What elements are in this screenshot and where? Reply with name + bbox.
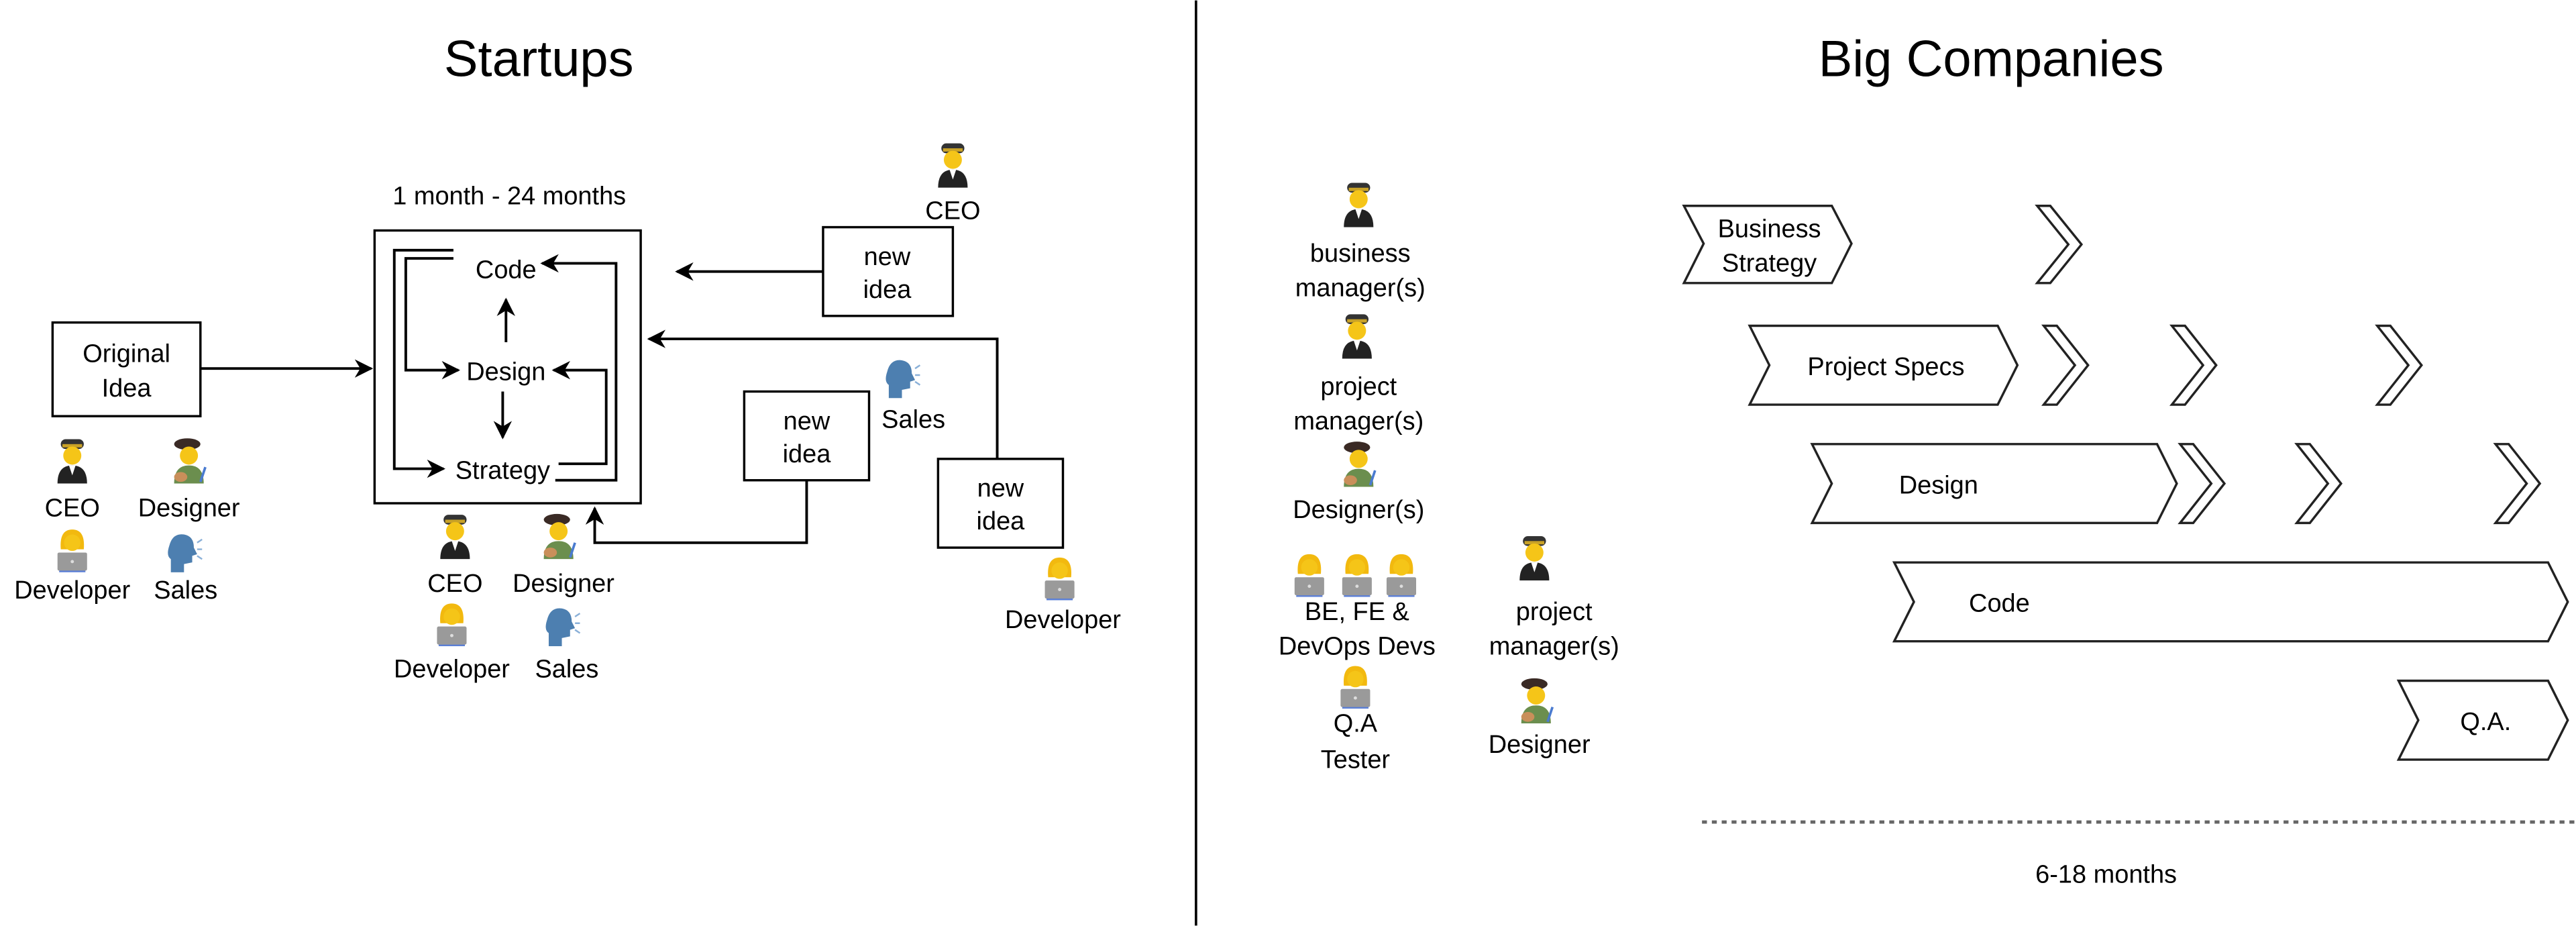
qa-technologist-icon bbox=[1340, 666, 1371, 709]
svg-text:Idea: Idea bbox=[102, 374, 152, 403]
team-bottom: CEO Designer Developer Sales bbox=[394, 513, 614, 684]
svg-text:project: project bbox=[1320, 372, 1397, 401]
svg-text:Designer(s): Designer(s) bbox=[1293, 496, 1424, 524]
phase-project-specs: Project Specs bbox=[1748, 324, 2019, 406]
ceo-pilot-icon bbox=[440, 515, 470, 560]
designer-artist-icon bbox=[1519, 677, 1554, 724]
sales-speaking-head-icon bbox=[167, 533, 203, 574]
svg-text:Design: Design bbox=[1899, 471, 1978, 499]
ceo-pilot-icon bbox=[57, 439, 87, 484]
project-manager-pilot-icon bbox=[1342, 314, 1372, 359]
team-label: Designer bbox=[513, 570, 614, 598]
svg-text:manager(s): manager(s) bbox=[1293, 407, 1424, 435]
designer-artist-icon bbox=[542, 513, 576, 560]
iteration-chevron-icon bbox=[2169, 324, 2218, 406]
svg-text:BE, FE &: BE, FE & bbox=[1305, 598, 1409, 626]
designer-artist-icon bbox=[172, 438, 207, 484]
svg-text:new: new bbox=[977, 474, 1024, 503]
phase-design: Design bbox=[1810, 443, 2178, 525]
svg-text:Strategy: Strategy bbox=[1722, 250, 1817, 278]
svg-text:idea: idea bbox=[863, 276, 912, 304]
team-label: CEO bbox=[427, 570, 482, 598]
cycle-design: Design bbox=[466, 358, 545, 386]
phase-business-strategy: Business Strategy bbox=[1682, 205, 1853, 285]
svg-text:Q.A: Q.A bbox=[1334, 709, 1378, 737]
original-idea-box: Original Idea bbox=[51, 321, 202, 417]
svg-text:Project Specs: Project Specs bbox=[1807, 353, 1964, 381]
svg-text:DevOps Devs: DevOps Devs bbox=[1279, 632, 1436, 660]
diagram-canvas: Startups 1 month - 24 months Original Id… bbox=[14, 0, 2576, 926]
iteration-chevron-icon bbox=[2294, 443, 2343, 525]
svg-text:Q.A.: Q.A. bbox=[2460, 708, 2511, 736]
team-label: Developer bbox=[14, 576, 130, 605]
developer-technologist-icon bbox=[57, 529, 87, 572]
iteration-chevron-icon bbox=[2178, 443, 2226, 525]
sales-speaking-head-icon bbox=[545, 607, 581, 648]
iteration-chevron-icon bbox=[2493, 443, 2542, 525]
cycle-strategy: Strategy bbox=[455, 456, 550, 484]
phase-code: Code bbox=[1892, 561, 2569, 643]
new-idea-box-developer: new idea bbox=[936, 458, 1065, 549]
svg-text:new: new bbox=[784, 407, 830, 435]
svg-text:Business: Business bbox=[1718, 215, 1821, 243]
svg-text:manager(s): manager(s) bbox=[1295, 274, 1426, 302]
developer-technologist-icon bbox=[1386, 554, 1417, 597]
roles: business manager(s) project manager(s) D… bbox=[1279, 183, 1619, 774]
svg-text:new: new bbox=[864, 243, 911, 271]
new-idea-box-ceo: new idea bbox=[822, 225, 955, 317]
svg-text:project: project bbox=[1516, 598, 1593, 626]
project-manager-pilot-icon bbox=[1519, 535, 1550, 581]
developer-technologist-icon bbox=[1294, 554, 1324, 597]
team-label: Sales bbox=[154, 576, 217, 605]
designer-artist-icon bbox=[1342, 440, 1377, 487]
svg-text:manager(s): manager(s) bbox=[1489, 632, 1619, 660]
developer-technologist-icon bbox=[1342, 554, 1372, 597]
new-idea-source-label: Sales bbox=[881, 405, 945, 433]
svg-text:business: business bbox=[1310, 240, 1411, 268]
svg-text:idea: idea bbox=[783, 440, 832, 468]
team-label: Designer bbox=[138, 495, 240, 523]
svg-text:Code: Code bbox=[1969, 590, 2030, 618]
svg-text:idea: idea bbox=[977, 507, 1026, 535]
new-idea-source-label: Developer bbox=[1005, 606, 1121, 634]
svg-text:Designer: Designer bbox=[1489, 731, 1591, 759]
svg-text:Original: Original bbox=[83, 340, 170, 368]
svg-text:Tester: Tester bbox=[1321, 745, 1390, 774]
new-idea-source-label: CEO bbox=[925, 197, 980, 225]
developer-technologist-icon bbox=[437, 603, 467, 647]
phase-timeline: Business Strategy Project Specs Design C… bbox=[1682, 205, 2569, 761]
team-left: CEO Designer Developer Sales bbox=[14, 438, 240, 605]
team-label: CEO bbox=[45, 495, 100, 523]
cycle-code: Code bbox=[476, 256, 537, 284]
iteration-chevron-icon bbox=[2375, 324, 2423, 406]
big-companies-title: Big Companies bbox=[1819, 30, 2164, 87]
new-idea-box-sales: new idea bbox=[743, 390, 871, 482]
sales-speaking-head-icon bbox=[885, 359, 921, 399]
iteration-cycle-box: Code Design Strategy bbox=[373, 229, 642, 505]
team-label: Developer bbox=[394, 656, 510, 684]
iteration-chevron-icon bbox=[2041, 324, 2090, 406]
phase-qa: Q.A. bbox=[2396, 679, 2569, 761]
iteration-chevron-icon bbox=[2035, 205, 2084, 285]
startups-title: Startups bbox=[444, 30, 634, 87]
big-companies-duration: 6-18 months bbox=[2035, 861, 2177, 889]
business-manager-pilot-icon bbox=[1344, 183, 1374, 227]
startups-duration: 1 month - 24 months bbox=[392, 182, 626, 210]
team-label: Sales bbox=[535, 656, 598, 684]
developer-technologist-icon bbox=[1044, 557, 1075, 601]
ceo-pilot-icon bbox=[938, 143, 968, 188]
